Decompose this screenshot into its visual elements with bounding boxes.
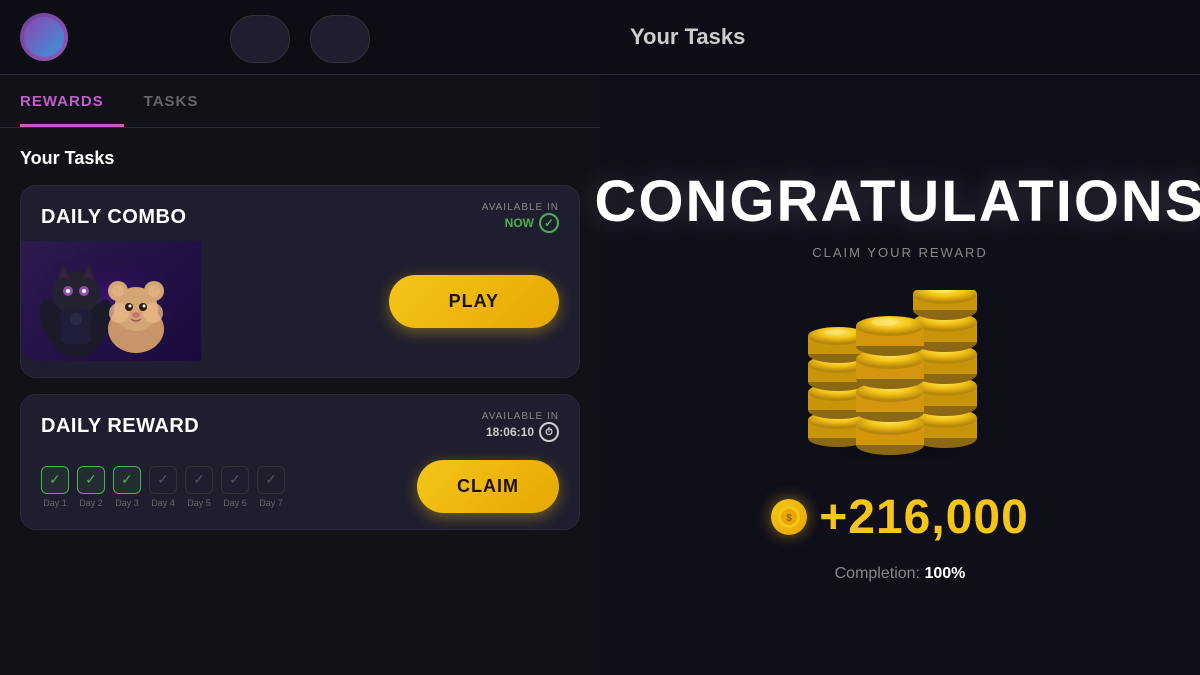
- day-2-check: ✓: [77, 466, 105, 494]
- combo-card-header: DAILY COMBO AVAILABLE IN NOW ✓: [21, 186, 579, 241]
- day-5-check: ✓: [185, 466, 213, 494]
- reward-content: ✓ Day 1 ✓ Day 2 ✓ Day 3 ✓: [21, 450, 579, 529]
- combo-illustration: [21, 241, 201, 361]
- decorative-circles: [230, 15, 370, 63]
- right-header-title: Your Tasks: [630, 24, 745, 50]
- day-4-item: ✓ Day 4: [149, 466, 177, 508]
- day-1-item: ✓ Day 1: [41, 466, 69, 508]
- day-6-item: ✓ Day 6: [221, 466, 249, 508]
- day-4-check: ✓: [149, 466, 177, 494]
- day-7-item: ✓ Day 7: [257, 466, 285, 508]
- right-top-bar: Your Tasks: [600, 0, 1200, 75]
- day-2-item: ✓ Day 2: [77, 466, 105, 508]
- right-panel: Your Tasks CONGRATULATIONS CLAIM YOUR RE…: [600, 0, 1200, 675]
- daily-combo-card: DAILY COMBO AVAILABLE IN NOW ✓: [20, 185, 580, 378]
- svg-text:$: $: [786, 513, 792, 524]
- daily-reward-card: DAILY REWARD AVAILABLE IN 18:06:10 ⏱ ✓ D…: [20, 394, 580, 530]
- day-3-check: ✓: [113, 466, 141, 494]
- coin-stack-illustration: [790, 290, 1010, 460]
- your-tasks-heading: Your Tasks: [20, 148, 580, 169]
- tab-rewards[interactable]: REWARDS: [20, 75, 124, 127]
- completion-row: Completion: 100%: [835, 565, 966, 583]
- coin-icon: $: [771, 499, 807, 535]
- congrats-title: CONGRATULATIONS: [594, 168, 1200, 235]
- right-content: CONGRATULATIONS CLAIM YOUR REWARD: [600, 75, 1200, 675]
- tabs-nav: REWARDS TASKS: [0, 75, 600, 128]
- reward-availability: AVAILABLE IN 18:06:10 ⏱: [482, 411, 559, 442]
- day-1-label: Day 1: [43, 498, 67, 508]
- tab-tasks[interactable]: TASKS: [144, 75, 219, 127]
- day-7-check: ✓: [257, 466, 285, 494]
- days-tracker: ✓ Day 1 ✓ Day 2 ✓ Day 3 ✓: [41, 466, 285, 508]
- combo-title: DAILY COMBO: [41, 206, 187, 229]
- claim-button[interactable]: CLAIM: [417, 460, 559, 513]
- day-3-label: Day 3: [115, 498, 139, 508]
- day-4-label: Day 4: [151, 498, 175, 508]
- reward-number: +216,000: [819, 490, 1029, 545]
- completion-value: 100%: [924, 565, 965, 582]
- top-bar: [0, 0, 600, 75]
- combo-content: PLAY: [21, 241, 579, 377]
- avatar: [20, 13, 68, 61]
- day-6-check: ✓: [221, 466, 249, 494]
- reward-timer: 18:06:10 ⏱: [486, 422, 559, 442]
- day-2-label: Day 2: [79, 498, 103, 508]
- left-panel: REWARDS TASKS Your Tasks DAILY COMBO AVA…: [0, 0, 600, 675]
- completion-label: Completion:: [835, 565, 920, 582]
- day-3-item: ✓ Day 3: [113, 466, 141, 508]
- reward-title: DAILY REWARD: [41, 415, 199, 438]
- day-6-label: Day 6: [223, 498, 247, 508]
- combo-available-label: AVAILABLE IN: [482, 202, 559, 213]
- day-5-label: Day 5: [187, 498, 211, 508]
- day-7-label: Day 7: [259, 498, 283, 508]
- play-button[interactable]: PLAY: [389, 275, 559, 328]
- content-area: Your Tasks DAILY COMBO AVAILABLE IN NOW …: [0, 128, 600, 675]
- combo-availability: AVAILABLE IN NOW ✓: [482, 202, 559, 233]
- combo-check-icon: ✓: [539, 213, 559, 233]
- day-1-check: ✓: [41, 466, 69, 494]
- reward-card-header: DAILY REWARD AVAILABLE IN 18:06:10 ⏱: [21, 395, 579, 450]
- combo-available-value: NOW ✓: [505, 213, 559, 233]
- claim-reward-subtitle: CLAIM YOUR REWARD: [812, 245, 988, 260]
- reward-amount: $ +216,000: [771, 490, 1029, 545]
- day-5-item: ✓ Day 5: [185, 466, 213, 508]
- reward-available-label: AVAILABLE IN: [482, 411, 559, 422]
- clock-icon: ⏱: [539, 422, 559, 442]
